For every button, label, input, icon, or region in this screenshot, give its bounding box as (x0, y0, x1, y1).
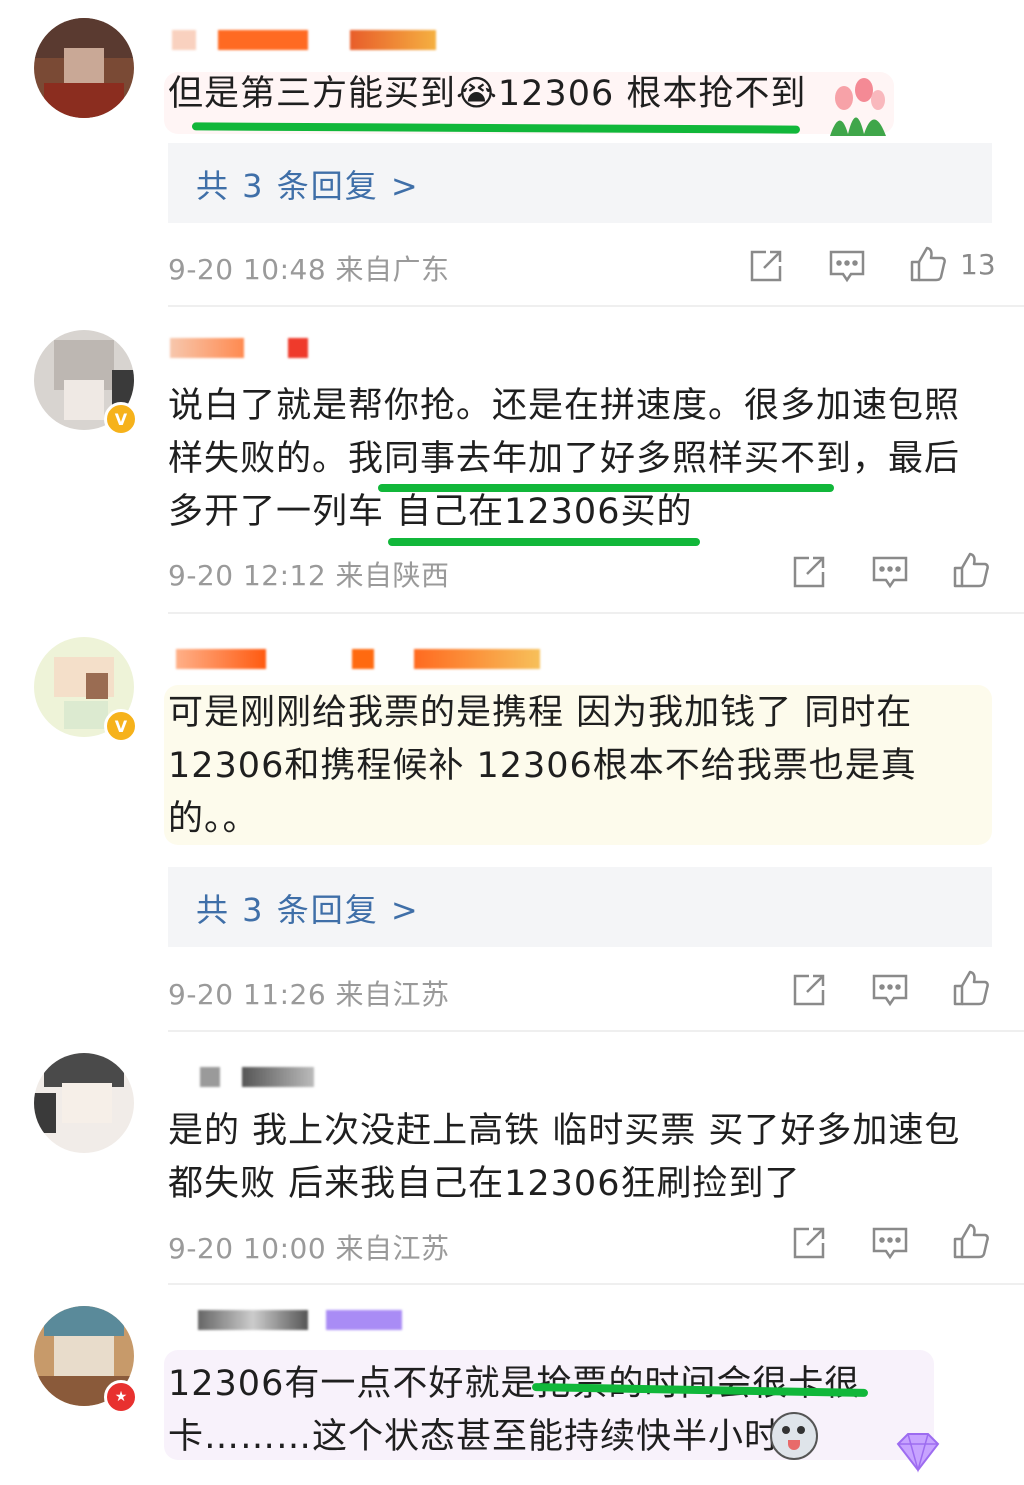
comment-item: ★ 12306有一点不好就是抢票的时间会很卡很卡………这个状态甚至能持续快半小时 (0, 1284, 1024, 1485)
comment-meta: 9-20 10:48 来自广东 (168, 253, 450, 286)
highlight-underline (388, 538, 700, 546)
view-replies-link[interactable]: 共 3 条回复 > (196, 885, 420, 931)
husky-emoji-icon (770, 1412, 818, 1460)
like-count: 13 (960, 248, 996, 281)
comment-icon[interactable] (827, 246, 867, 286)
reply-box[interactable]: 共 3 条回复 > (168, 867, 992, 947)
share-icon[interactable] (789, 1223, 829, 1263)
comment-text: 说白了就是帮你抢。还是在拼速度。很多加速包照样失败的。我同事去年加了好多照样买不… (168, 386, 961, 532)
like-icon[interactable] (908, 244, 948, 284)
share-icon[interactable] (789, 552, 829, 592)
reply-box[interactable]: 共 3 条回复 > (168, 143, 992, 223)
verified-badge: V (104, 402, 138, 436)
comment-meta: 9-20 12:12 来自陕西 (168, 559, 450, 592)
verified-badge: V (104, 709, 138, 743)
comment-meta: 9-20 11:26 来自江苏 (168, 978, 450, 1011)
highlight-underline (378, 484, 834, 492)
comment-text: 12306有一点不好就是抢票的时间会很卡很卡………这个状态甚至能持续快半小时 (168, 1364, 861, 1457)
comment-icon[interactable] (870, 970, 910, 1010)
like-icon[interactable] (951, 968, 991, 1008)
like-icon[interactable] (951, 550, 991, 590)
share-icon[interactable] (746, 246, 786, 286)
avatar[interactable] (34, 18, 134, 118)
comment-icon[interactable] (870, 552, 910, 592)
view-replies-link[interactable]: 共 3 条回复 > (196, 161, 420, 207)
tulip-sticker (820, 76, 892, 138)
comment-text: 是的 我上次没赶上高铁 临时买票 买了好多加速包都失败 后来我自己在12306狂… (168, 1111, 961, 1204)
comment-text: 可是刚刚给我票的是携程 因为我加钱了 同时在 12306和携程候补 12306根… (168, 693, 917, 839)
comment-item: V 说白了就是帮你抢。还是在拼速度。很多加速包照样失败的。我同事去年加了好多照样… (0, 306, 1024, 612)
share-icon[interactable] (789, 970, 829, 1010)
star-badge: ★ (104, 1380, 138, 1414)
comment-meta: 9-20 10:00 来自江苏 (168, 1232, 450, 1265)
comment-item: V 可是刚刚给我票的是携程 因为我加钱了 同时在 12306和携程候补 1230… (0, 613, 1024, 1030)
comment-item: 但是第三方能买到😭12306 根本抢不到 共 3 条回复 > 9-20 10:4… (0, 0, 1024, 305)
avatar[interactable] (34, 1053, 134, 1153)
like-icon[interactable] (951, 1221, 991, 1261)
diamond-badge-icon (888, 1430, 948, 1480)
comment-item: 是的 我上次没赶上高铁 临时买票 买了好多加速包都失败 后来我自己在12306狂… (0, 1031, 1024, 1283)
comment-icon[interactable] (870, 1223, 910, 1263)
